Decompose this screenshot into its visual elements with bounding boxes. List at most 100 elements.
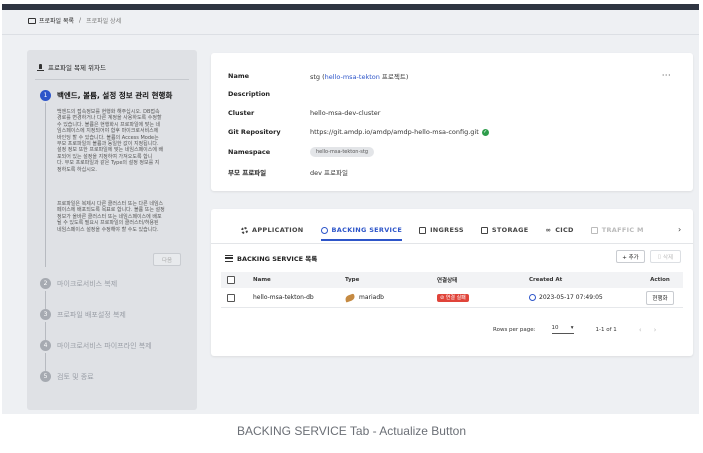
profile-info-card: ··· Name stg (hello-msa-tekton 프로젝트) Des…	[211, 53, 693, 191]
page-range: 1-1 of 1	[595, 326, 617, 333]
info-row-name: Name stg (hello-msa-tekton 프로젝트)	[228, 71, 408, 81]
chevron-left-icon[interactable]: ‹	[639, 326, 654, 334]
infinity-icon: ∞	[545, 226, 552, 234]
project-link[interactable]: hello-msa-tekton	[325, 73, 380, 81]
table-header: Name Type 연결상태 Created At Action	[221, 272, 683, 288]
wizard-step-2[interactable]: 2 마이크로서비스 복제	[40, 278, 117, 289]
git-link[interactable]: https://git.amdp.io/amdp/amdp-hello-msa-…	[310, 128, 479, 136]
wizard-step-4[interactable]: 4 마이크로서비스 파이프라인 복제	[40, 340, 152, 351]
rows-per-page-select[interactable]: 10 ▾	[551, 325, 574, 334]
desc-line: 네임스페이스 설정을 수정해야 할 수도 있습니다.	[57, 226, 159, 233]
step-connector	[45, 103, 46, 267]
tab-storage[interactable]: STORAGE	[480, 221, 529, 239]
tab-backing-service[interactable]: BACKING SERVICE	[320, 221, 403, 241]
list-icon	[225, 254, 233, 262]
step-connector	[45, 291, 46, 309]
name-prefix: stg (	[310, 73, 325, 81]
section-title-text: BACKING SERVICE 목록	[237, 255, 318, 263]
tab-bar: APPLICATION BACKING SERVICE INGRESS STOR…	[241, 221, 661, 241]
tab-ingress[interactable]: INGRESS	[419, 221, 464, 239]
next-button[interactable]: 다음	[153, 253, 181, 266]
step-label: 마이크로서비스 파이프라인 복제	[57, 341, 152, 350]
cell-name: hello-msa-tekton-db	[253, 294, 314, 301]
info-row-git: Git Repository https://git.amdp.io/amdp/…	[228, 128, 489, 136]
info-row-parent: 부모 프로파일 dev 프로파일	[228, 167, 348, 177]
col-status: 연결상태	[437, 278, 458, 284]
tab-label: BACKING SERVICE	[331, 226, 403, 234]
tab-label: INGRESS	[430, 226, 464, 234]
cluster-label: Cluster	[228, 109, 255, 117]
name-value: stg (hello-msa-tekton 프로젝트)	[310, 71, 408, 81]
folder-icon	[28, 17, 36, 24]
tab-label: TRAFFIC M	[601, 226, 644, 234]
tab-label: CICD	[555, 226, 574, 234]
step-number: 3	[40, 309, 51, 320]
cell-created: 2023-05-17 07:49:05	[529, 294, 637, 301]
cell-type: mariadb	[344, 292, 437, 303]
tab-traffic[interactable]: TRAFFIC M	[590, 221, 644, 239]
created-text: 2023-05-17 07:49:05	[539, 294, 603, 301]
step-number: 5	[40, 371, 51, 382]
row-checkbox-cell	[221, 293, 253, 302]
trash-icon: ▯	[657, 253, 661, 260]
tabs-card: APPLICATION BACKING SERVICE INGRESS STOR…	[211, 209, 693, 356]
breadcrumb-current: 프로파일 상세	[86, 18, 122, 25]
namespace-chip: hello-msa-tekton-stg	[310, 147, 374, 157]
section-title: BACKING SERVICE 목록	[225, 253, 317, 263]
actualize-button[interactable]: 현행화	[646, 290, 674, 305]
chevron-right-icon[interactable]: ›	[678, 225, 681, 234]
mariadb-icon	[344, 292, 356, 303]
breadcrumb-root[interactable]: 프로파일 목록	[39, 16, 74, 25]
ingress-icon	[419, 226, 427, 234]
step-connector	[45, 353, 46, 371]
git-label: Git Repository	[228, 128, 281, 136]
col-created: Created At	[529, 277, 563, 283]
step-number: 2	[40, 278, 51, 289]
wizard-icon	[37, 63, 44, 71]
wizard-step-3[interactable]: 3 프로파일 배포설정 복제	[40, 309, 126, 320]
name-suffix: 프로젝트)	[379, 73, 409, 81]
storage-icon	[480, 226, 488, 234]
breadcrumb: 프로파일 목록 / 프로파일 상세	[28, 16, 121, 25]
step-description: 백엔드의 접속정보를 현행화 해주십시오. DB접속 경로를 변경하거나 다른 …	[57, 109, 185, 173]
type-text: mariadb	[359, 294, 384, 301]
select-all-checkbox[interactable]	[227, 276, 235, 284]
rows-per-page-label: Rows per page:	[493, 326, 536, 333]
row-checkbox[interactable]	[227, 293, 235, 302]
traffic-icon	[590, 226, 598, 234]
delete-button[interactable]: ▯ 삭제	[650, 250, 681, 263]
header-divider	[2, 34, 699, 35]
parent-link[interactable]: dev 프로파일	[310, 167, 348, 177]
step-label: 마이크로서비스 복제	[57, 279, 118, 288]
tabs-divider	[211, 243, 693, 244]
status-badge: ⊘ 연결 실패	[437, 294, 469, 302]
step-connector	[45, 322, 46, 340]
status-text: 연결 실패	[445, 295, 466, 301]
info-row-cluster: Cluster hello-msa-dev-cluster	[228, 109, 380, 117]
description-label: Description	[228, 90, 271, 98]
tab-application[interactable]: APPLICATION	[241, 221, 304, 239]
backing-service-table: Name Type 연결상태 Created At Action hello-m…	[221, 272, 683, 308]
desc-line: 정하도록 하십시오.	[57, 166, 97, 173]
wizard-step-1[interactable]: 1 백엔드, 볼륨, 설정 정보 관리 현행화	[40, 90, 172, 101]
col-name: Name	[253, 277, 271, 283]
wizard-title: 프로파일 복제 위자드	[37, 62, 106, 72]
delete-label: 삭제	[662, 254, 674, 261]
cell-status: ⊘ 연결 실패	[437, 294, 529, 302]
step-description-2: 프로파일은 복제시 다른 클러스터 또는 다른 네임스 페이스에 배포되도록 목…	[57, 201, 185, 233]
app-window: 프로파일 목록 / 프로파일 상세 프로파일 복제 위자드 1 백엔드, 볼륨,…	[2, 4, 699, 414]
clock-icon	[529, 294, 536, 301]
more-horizontal-icon[interactable]: ···	[662, 71, 671, 80]
breadcrumb-separator: /	[79, 17, 82, 24]
chevron-right-icon[interactable]: ›	[654, 326, 669, 334]
wizard-step-5[interactable]: 5 검토 및 종료	[40, 371, 94, 382]
cluster-value: hello-msa-dev-cluster	[310, 109, 381, 117]
tab-cicd[interactable]: ∞ CICD	[545, 221, 573, 239]
page-nav: ‹›	[639, 326, 669, 334]
info-row-namespace: Namespace hello-msa-tekton-stg	[228, 147, 374, 157]
wizard-divider	[35, 79, 189, 80]
add-button[interactable]: + 추가	[616, 250, 645, 263]
caret-down-icon: ▾	[570, 325, 574, 331]
name-label: Name	[228, 72, 250, 80]
top-bar	[2, 4, 699, 10]
